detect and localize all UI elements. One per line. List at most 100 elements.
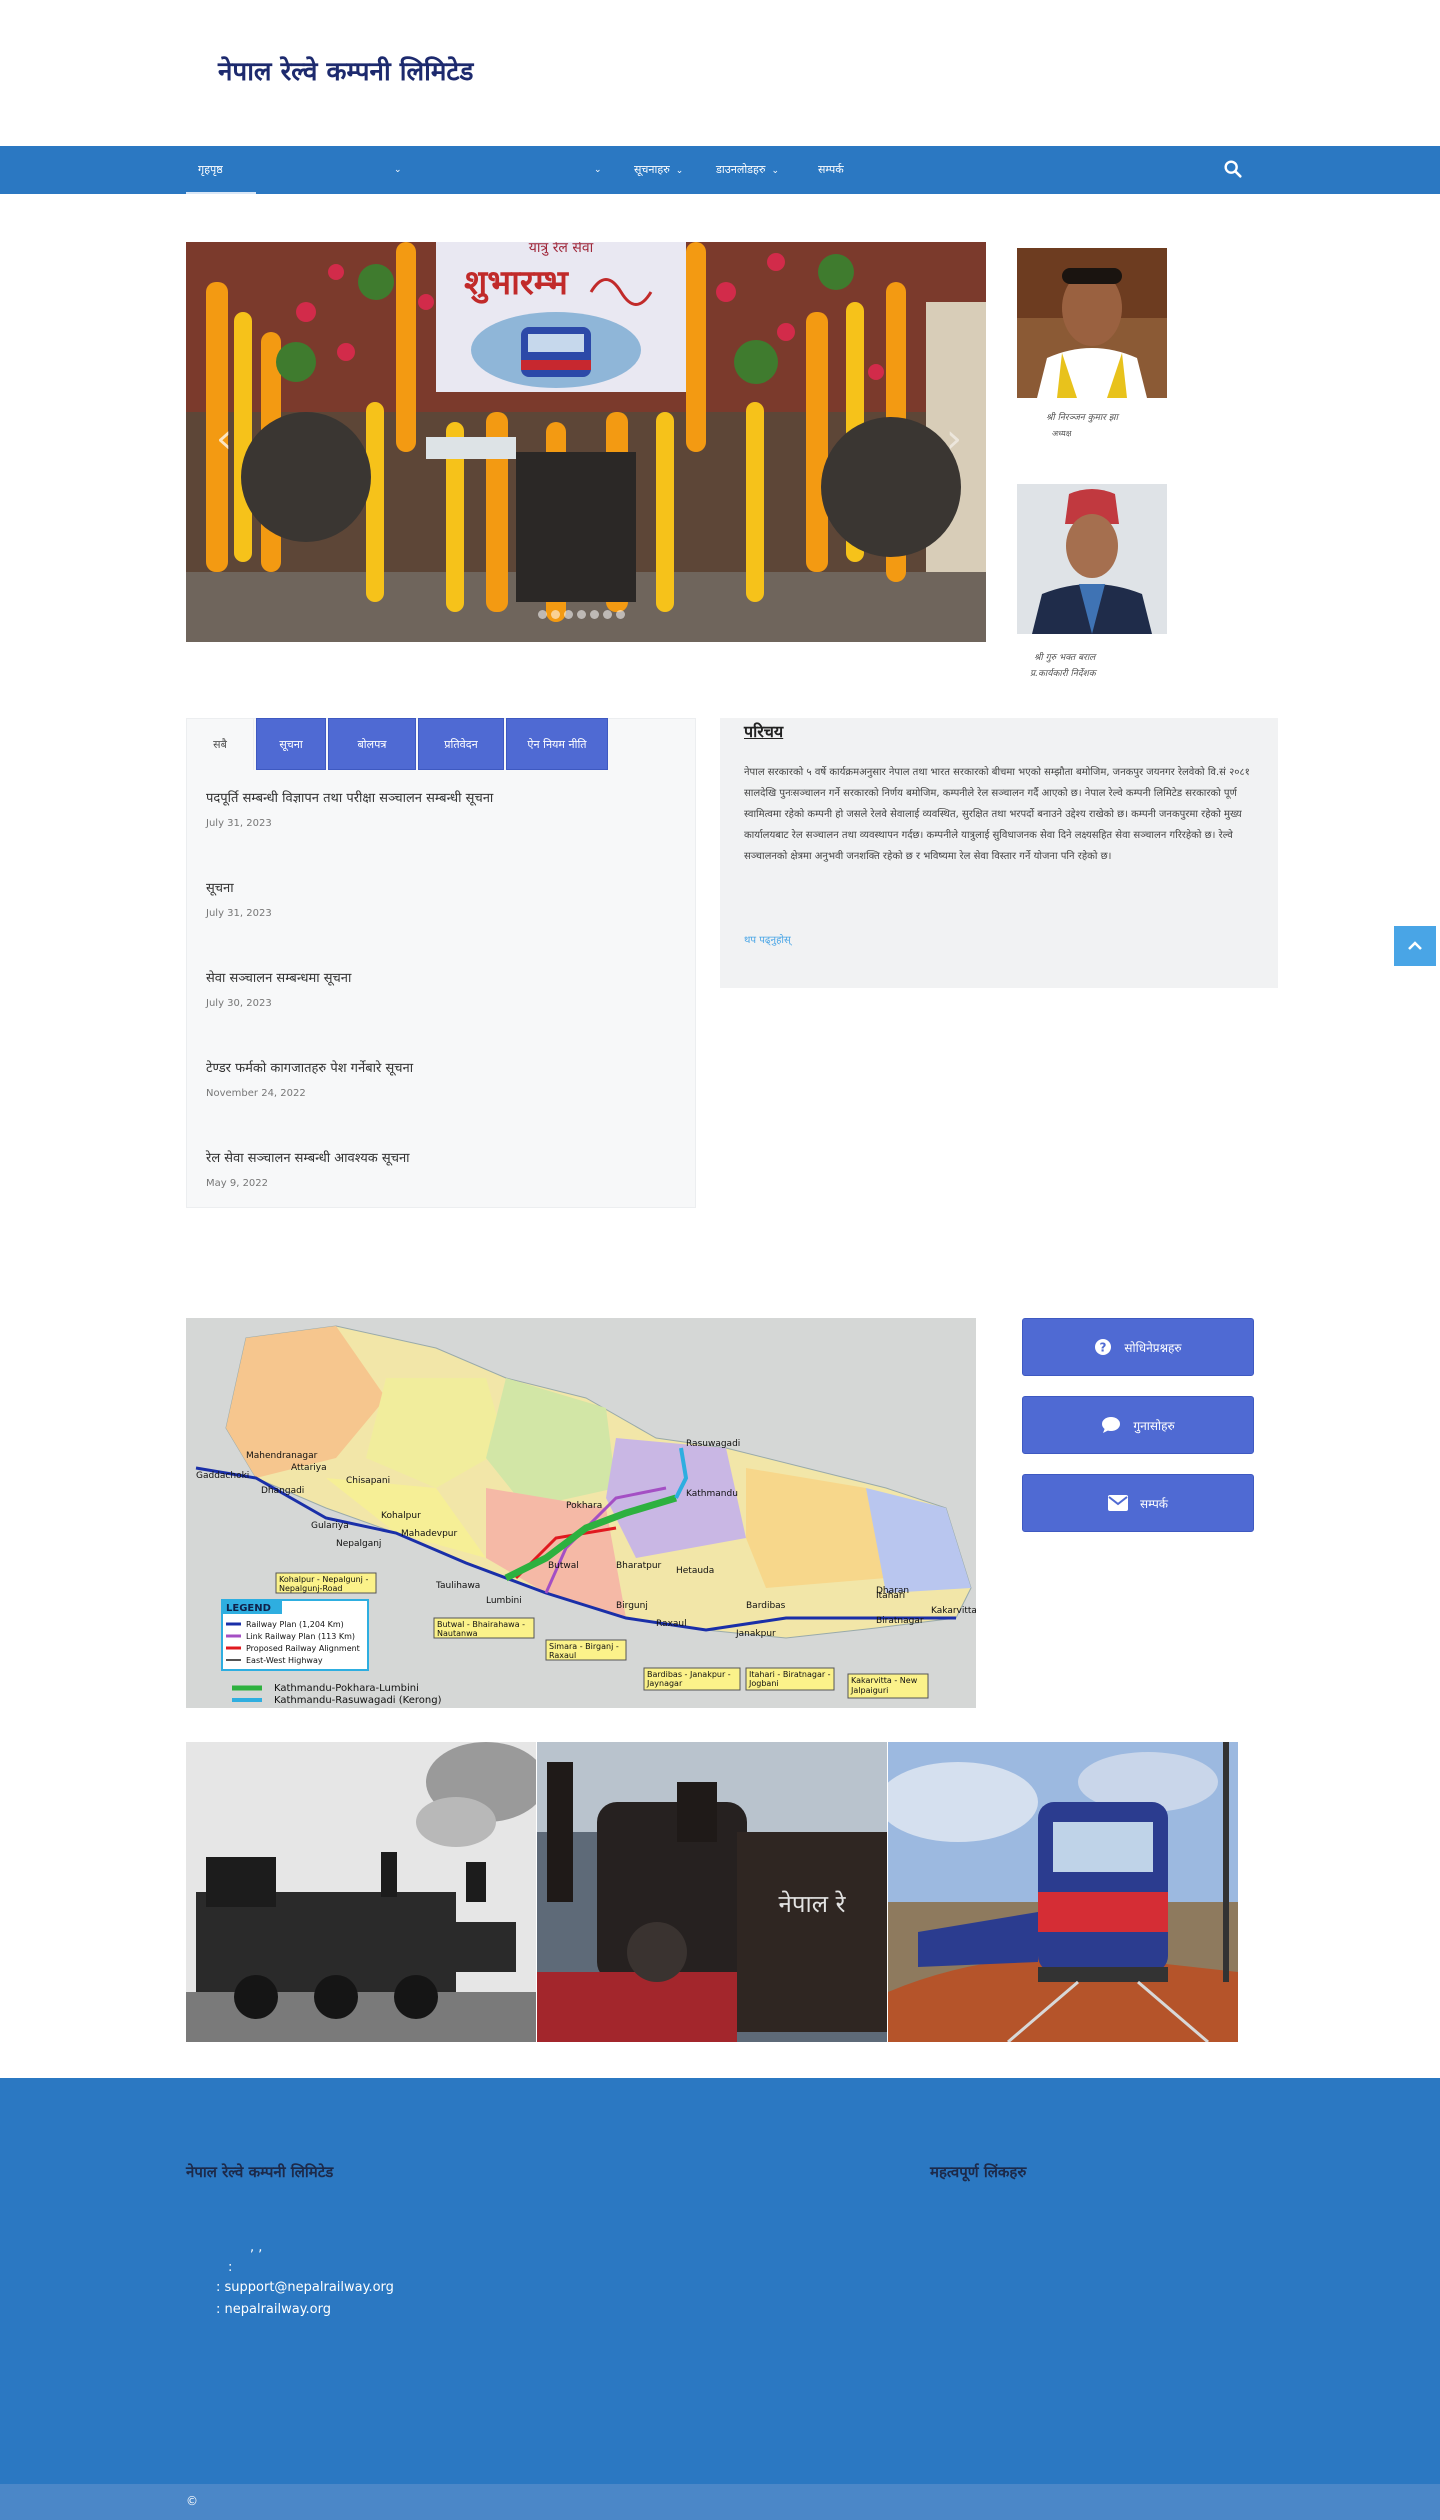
chevron-down-icon: ⌄: [594, 165, 602, 175]
news-title[interactable]: रेल सेवा सञ्चालन सम्बन्धी आवश्यक सूचना: [206, 1148, 410, 1166]
svg-text:Dharan: Dharan: [876, 1586, 909, 1596]
footer-email[interactable]: : support@nepalrailway.org: [216, 2280, 394, 2295]
svg-text:Kakarvitta - New: Kakarvitta - New: [851, 1676, 918, 1685]
complaints-label: गुनासोहरु: [1133, 1418, 1175, 1433]
faq-button[interactable]: ? सोधिनेप्रश्नहरु: [1022, 1318, 1254, 1376]
nav-item-notices[interactable]: सूचनाहरु ⌄: [634, 146, 694, 194]
svg-text:Gulariya: Gulariya: [311, 1521, 349, 1531]
svg-text:Hetauda: Hetauda: [676, 1566, 714, 1576]
news-title[interactable]: टेण्डर फर्मको कागजातहरु पेश गर्नेबारे सू…: [206, 1058, 413, 1076]
chevron-down-icon: ⌄: [771, 166, 780, 176]
svg-text:?: ?: [1100, 1341, 1107, 1355]
svg-text:Jogbani: Jogbani: [748, 1679, 779, 1688]
svg-text:Bharatpur: Bharatpur: [616, 1561, 662, 1571]
chevron-down-icon: ⌄: [394, 165, 402, 175]
nav-item-contact[interactable]: सम्पर्क: [818, 146, 878, 194]
svg-text:Mahadevpur: Mahadevpur: [401, 1529, 457, 1539]
search-icon[interactable]: [1222, 158, 1244, 180]
slider-dot[interactable]: [564, 610, 573, 619]
contact-button[interactable]: सम्पर्क: [1022, 1474, 1254, 1532]
slider-prev-arrow-icon[interactable]: [200, 417, 230, 457]
nav-item-home[interactable]: गृहपृष्ठ: [186, 146, 256, 194]
nav-item-label: सूचनाहरु: [634, 163, 670, 176]
official-photo-chairman: [1017, 248, 1167, 398]
nav-item-label: सम्पर्क: [818, 163, 844, 176]
gallery-image-modern-train[interactable]: [888, 1742, 1238, 2042]
news-date: July 31, 2023: [206, 908, 272, 919]
image-slider[interactable]: यात्रु रेल सेवा शुभारम्भ ‹ ›: [186, 242, 986, 642]
news-date: May 9, 2022: [206, 1178, 269, 1189]
slider-dot[interactable]: [577, 610, 586, 619]
sub-footer: [0, 2484, 1440, 2520]
news-title[interactable]: सूचना: [206, 878, 234, 896]
complaints-button[interactable]: गुनासोहरु: [1022, 1396, 1254, 1454]
svg-text:Mahendranagar: Mahendranagar: [246, 1451, 318, 1461]
official-name: श्री निरञ्जन कुमार झा: [1046, 413, 1118, 423]
site-title[interactable]: नेपाल रेल्वे कम्पनी लिमिटेड: [218, 52, 473, 88]
svg-text:Kathmandu-Pokhara-Lumbini: Kathmandu-Pokhara-Lumbini: [274, 1683, 419, 1694]
nav-item-2[interactable]: ⌄: [270, 146, 402, 194]
svg-text:Dhangadi: Dhangadi: [261, 1486, 304, 1496]
svg-text:Kakarvitta: Kakarvitta: [931, 1606, 976, 1616]
svg-text:Nepalgunj-Road: Nepalgunj-Road: [279, 1584, 343, 1593]
svg-text:Kathmandu-Rasuwagadi (Kerong): Kathmandu-Rasuwagadi (Kerong): [274, 1695, 442, 1706]
main-navigation: गृहपृष्ठ ⌄ ⌄ सूचनाहरु ⌄ डाउनलोडहरु ⌄ सम्पर…: [0, 146, 1440, 194]
svg-text:Lumbini: Lumbini: [486, 1596, 522, 1606]
svg-text:Raxaul: Raxaul: [549, 1651, 576, 1660]
nav-item-downloads[interactable]: डाउनलोडहरु ⌄: [716, 146, 796, 194]
slider-dot[interactable]: [538, 610, 547, 619]
news-title[interactable]: सेवा सञ्चालन सम्बन्धमा सूचना: [206, 968, 351, 986]
svg-text:Attariya: Attariya: [291, 1463, 327, 1473]
nav-item-label: डाउनलोडहरु: [716, 163, 766, 176]
slider-dot[interactable]: [551, 610, 560, 619]
tab-tender[interactable]: बोलपत्र: [328, 718, 416, 770]
footer-address: , ,: [250, 2240, 263, 2255]
about-heading: परिचय: [744, 722, 784, 741]
slider-dot[interactable]: [590, 610, 599, 619]
svg-text:Kohalpur: Kohalpur: [381, 1511, 421, 1521]
news-date: July 31, 2023: [206, 818, 272, 829]
slide-image-train-inauguration: यात्रु रेल सेवा शुभारम्भ ‹ ›: [186, 242, 986, 642]
svg-text:Railway Plan (1,204 Km): Railway Plan (1,204 Km): [246, 1620, 344, 1629]
svg-text:Bardibas: Bardibas: [746, 1601, 786, 1611]
banner-top-text: यात्रु रेल सेवा: [529, 242, 594, 256]
faq-label: सोधिनेप्रश्नहरु: [1124, 1340, 1182, 1355]
svg-text:Simara - Birganj -: Simara - Birganj -: [549, 1642, 619, 1651]
tab-all[interactable]: सबै: [186, 718, 254, 770]
news-title[interactable]: पदपूर्ति सम्बन्धी विज्ञापन तथा परीक्षा स…: [206, 788, 493, 806]
svg-text:Taulihawa: Taulihawa: [435, 1581, 480, 1591]
official-title: प्र.कार्यकारी निर्देशक: [1030, 669, 1096, 679]
gallery-image-vintage-engine[interactable]: नेपाल रे: [537, 1742, 887, 2042]
official-name: श्री गुरु भक्त बराल: [1034, 653, 1096, 663]
nav-item-3[interactable]: ⌄: [470, 146, 602, 194]
svg-text:Raxaul: Raxaul: [656, 1619, 687, 1629]
back-to-top-button[interactable]: [1394, 926, 1436, 966]
gallery-image-old-steam-locomotive[interactable]: [186, 1742, 536, 2042]
svg-text:East-West Highway: East-West Highway: [246, 1656, 323, 1665]
svg-text:Butwal - Bhairahawa -: Butwal - Bhairahawa -: [437, 1620, 525, 1629]
footer-company-heading: नेपाल रेल्वे कम्पनी लिमिटेड: [186, 2163, 334, 2181]
tab-report[interactable]: प्रतिवेदन: [418, 718, 504, 770]
slider-next-arrow-icon[interactable]: [942, 417, 972, 457]
svg-text:Butwal: Butwal: [548, 1561, 579, 1571]
svg-text:Kohalpur - Nepalgunj -: Kohalpur - Nepalgunj -: [279, 1575, 368, 1584]
svg-text:Link Railway Plan (113 Km): Link Railway Plan (113 Km): [246, 1632, 355, 1641]
svg-text:Kathmandu: Kathmandu: [686, 1489, 738, 1499]
footer-website[interactable]: : nepalrailway.org: [216, 2302, 331, 2317]
site-footer: नेपाल रेल्वे कम्पनी लिमिटेड महत्वपूर्ण ल…: [0, 2078, 1440, 2484]
tab-acts-rules[interactable]: ऐन नियम नीति: [506, 718, 608, 770]
slider-dot[interactable]: [603, 610, 612, 619]
read-more-link[interactable]: थप पढ्नुहोस्: [744, 932, 791, 946]
svg-text:नेपाल रे: नेपाल रे: [779, 1890, 847, 1918]
envelope-icon: [1108, 1495, 1128, 1511]
tab-notice[interactable]: सूचना: [256, 718, 326, 770]
official-title: अध्यक्ष: [1052, 429, 1072, 438]
svg-text:Jalpaiguri: Jalpaiguri: [850, 1686, 888, 1695]
svg-text:Janakpur: Janakpur: [735, 1629, 776, 1639]
chat-bubble-icon: [1102, 1417, 1121, 1433]
slider-dot[interactable]: [616, 610, 625, 619]
svg-text:Nautanwa: Nautanwa: [437, 1629, 478, 1638]
banner-text: शुभारम्भ: [464, 263, 569, 304]
about-text: नेपाल सरकारको ५ वर्षे कार्यक्रमअनुसार ने…: [744, 767, 1250, 862]
contact-label: सम्पर्क: [1140, 1496, 1168, 1511]
